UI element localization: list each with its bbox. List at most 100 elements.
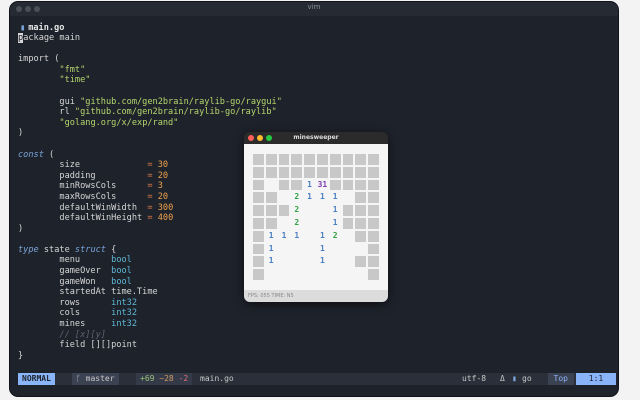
number-cell[interactable]: 2 bbox=[329, 230, 342, 243]
hidden-cell[interactable] bbox=[252, 268, 265, 281]
hidden-cell[interactable] bbox=[316, 165, 329, 179]
hidden-cell[interactable] bbox=[354, 178, 368, 192]
hidden-cell[interactable] bbox=[316, 153, 329, 166]
revealed-cell[interactable] bbox=[316, 204, 329, 217]
hidden-cell[interactable] bbox=[367, 191, 380, 205]
code-line[interactable]: } bbox=[18, 351, 282, 362]
revealed-cell[interactable] bbox=[303, 255, 316, 268]
hidden-cell[interactable] bbox=[367, 165, 380, 179]
hidden-cell[interactable] bbox=[303, 153, 316, 166]
hidden-cell[interactable] bbox=[264, 165, 278, 179]
revealed-cell[interactable] bbox=[316, 217, 329, 230]
hidden-cell[interactable] bbox=[341, 165, 355, 179]
number-cell[interactable]: 1 bbox=[278, 230, 291, 243]
hidden-cell[interactable] bbox=[264, 191, 278, 205]
hidden-cell[interactable] bbox=[277, 178, 291, 192]
revealed-cell[interactable] bbox=[290, 268, 303, 281]
hidden-cell[interactable] bbox=[252, 153, 265, 166]
revealed-cell[interactable] bbox=[278, 243, 291, 256]
code-line[interactable]: field [][]point bbox=[18, 340, 282, 351]
code-line[interactable]: mines int32 bbox=[18, 319, 282, 330]
hidden-cell[interactable] bbox=[264, 217, 278, 230]
hidden-cell[interactable] bbox=[354, 217, 368, 230]
revealed-cell[interactable] bbox=[354, 268, 367, 281]
revealed-cell[interactable] bbox=[265, 268, 278, 281]
code-line[interactable] bbox=[18, 86, 282, 97]
hidden-cell[interactable] bbox=[264, 204, 278, 217]
number-cell[interactable]: 1 bbox=[316, 255, 329, 268]
game-canvas[interactable]: 1 31 2 1 1 1 2 1 2 1 1 1 1 1 2 1 1 1 1 bbox=[244, 144, 388, 290]
revealed-cell[interactable] bbox=[316, 268, 329, 281]
code-line[interactable]: rl "github.com/gen2brain/raylib-go/rayli… bbox=[18, 107, 282, 118]
hidden-cell[interactable] bbox=[341, 178, 355, 192]
hidden-cell[interactable] bbox=[367, 217, 380, 230]
code-line[interactable]: import ( bbox=[18, 54, 282, 65]
number-cell[interactable]: 1 bbox=[303, 191, 316, 204]
code-line[interactable]: type state struct { bbox=[18, 245, 282, 256]
revealed-cell[interactable] bbox=[329, 243, 342, 256]
hidden-cell[interactable] bbox=[252, 191, 265, 205]
hidden-cell[interactable] bbox=[354, 191, 368, 205]
code-line[interactable]: ) bbox=[18, 128, 282, 139]
revealed-cell[interactable] bbox=[303, 230, 316, 243]
hidden-cell[interactable] bbox=[277, 165, 291, 179]
number-cell[interactable]: 1 bbox=[329, 204, 342, 217]
code-line[interactable]: padding = 20 bbox=[18, 171, 282, 182]
code-line[interactable]: "time" bbox=[18, 75, 282, 86]
hidden-cell[interactable] bbox=[290, 165, 304, 179]
code-line[interactable]: ) bbox=[18, 224, 282, 235]
hidden-cell[interactable] bbox=[341, 153, 355, 166]
hidden-cell[interactable] bbox=[367, 268, 380, 281]
number-cell[interactable]: 31 bbox=[316, 179, 329, 192]
hidden-cell[interactable] bbox=[328, 165, 342, 179]
mine-field[interactable]: 1 31 2 1 1 1 2 1 2 1 1 1 1 1 2 1 1 1 1 bbox=[252, 153, 380, 281]
hidden-cell[interactable] bbox=[328, 153, 342, 166]
revealed-cell[interactable] bbox=[342, 191, 355, 204]
number-cell[interactable]: 1 bbox=[329, 191, 342, 204]
number-cell[interactable]: 1 bbox=[316, 230, 329, 243]
code-line[interactable] bbox=[18, 139, 282, 150]
number-cell[interactable]: 1 bbox=[265, 255, 278, 268]
revealed-cell[interactable] bbox=[265, 179, 278, 192]
revealed-cell[interactable] bbox=[290, 255, 303, 268]
hidden-cell[interactable] bbox=[354, 153, 368, 166]
revealed-cell[interactable] bbox=[342, 268, 355, 281]
code-line[interactable] bbox=[18, 44, 282, 55]
number-cell[interactable]: 2 bbox=[290, 191, 303, 204]
revealed-cell[interactable] bbox=[342, 243, 355, 256]
revealed-cell[interactable] bbox=[278, 191, 291, 204]
code-line[interactable]: gameWon bool bbox=[18, 277, 282, 288]
code-line[interactable]: menu bool bbox=[18, 255, 282, 266]
hidden-cell[interactable] bbox=[303, 165, 316, 179]
hidden-cell[interactable] bbox=[341, 204, 355, 217]
code-line[interactable]: size = 30 bbox=[18, 160, 282, 171]
revealed-cell[interactable] bbox=[303, 217, 316, 230]
revealed-cell[interactable] bbox=[329, 255, 342, 268]
code-line[interactable]: package main bbox=[18, 33, 282, 44]
number-cell[interactable]: 1 bbox=[329, 217, 342, 230]
number-cell[interactable]: 1 bbox=[303, 179, 316, 192]
minesweeper-titlebar[interactable]: minesweeper bbox=[244, 132, 388, 144]
number-cell[interactable]: 1 bbox=[316, 191, 329, 204]
code-editor[interactable]: package main import ( "fmt" "time" gui "g… bbox=[18, 33, 282, 361]
code-line[interactable]: gui "github.com/gen2brain/raylib-go/rayg… bbox=[18, 97, 281, 108]
hidden-cell[interactable] bbox=[277, 153, 291, 166]
hidden-cell[interactable] bbox=[252, 229, 265, 243]
hidden-cell[interactable] bbox=[367, 153, 380, 166]
revealed-cell[interactable] bbox=[290, 243, 303, 256]
code-line[interactable]: gameOver bool bbox=[18, 266, 282, 277]
hidden-cell[interactable] bbox=[367, 242, 380, 256]
hidden-cell[interactable] bbox=[252, 255, 265, 269]
revealed-cell[interactable] bbox=[354, 243, 367, 256]
hidden-cell[interactable] bbox=[277, 204, 291, 217]
code-line[interactable]: defaultWinHeight = 400 bbox=[18, 213, 282, 224]
code-line[interactable]: startedAt time.Time bbox=[18, 287, 282, 298]
revealed-cell[interactable] bbox=[278, 217, 291, 230]
code-line[interactable] bbox=[18, 234, 282, 245]
code-line[interactable]: // [x][y] bbox=[18, 330, 282, 341]
hidden-cell[interactable] bbox=[290, 153, 304, 166]
revealed-cell[interactable] bbox=[342, 255, 355, 268]
hidden-cell[interactable] bbox=[252, 204, 265, 217]
revealed-cell[interactable] bbox=[303, 243, 316, 256]
revealed-cell[interactable] bbox=[278, 255, 291, 268]
